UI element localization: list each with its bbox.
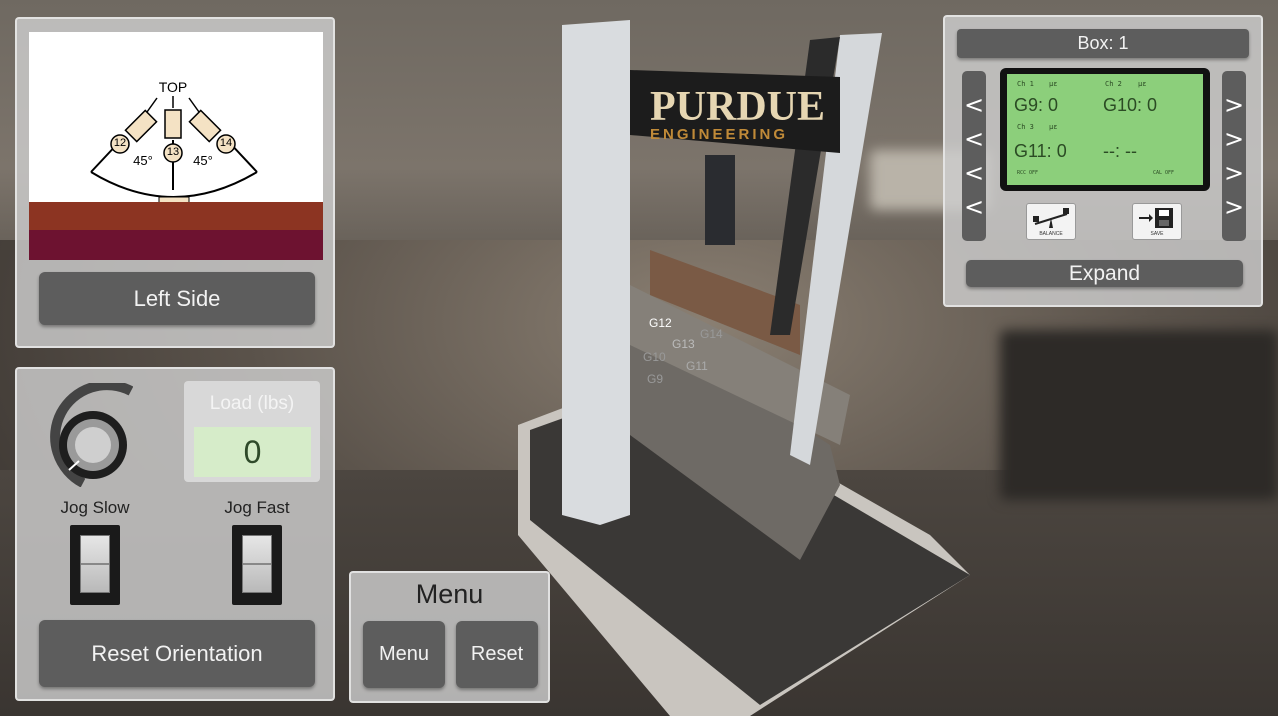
lcd-ch4-reading: --: -- — [1103, 141, 1137, 161]
gauge-layout-diagram: TOP 12 13 14 45° 45° — [29, 32, 323, 260]
gauge-tag-g13: G13 — [672, 337, 695, 351]
lcd-ch1-unit: µε — [1049, 80, 1058, 88]
decrement-arrow-3[interactable]: < — [962, 159, 986, 187]
lcd-screen: Ch 1 µε Ch 2 µε G9: 0 G10: 0 Ch 3 µε G11… — [1007, 74, 1203, 185]
lcd-ch2-unit: µε — [1138, 80, 1147, 88]
increment-arrow-1[interactable]: > — [1222, 91, 1246, 119]
sign-main-text: PURDUE — [650, 84, 825, 130]
testing-machine-scene[interactable]: PURDUE ENGINEERING G12 G13 G14 G10 G11 G… — [500, 15, 1000, 716]
reset-button[interactable]: Reset — [456, 621, 538, 688]
jog-slow-label: Jog Slow — [60, 498, 130, 517]
control-panel: Load (lbs) 0 Jog Slow Jog Fast Reset Ori… — [15, 367, 335, 701]
gauge-12-label: 12 — [113, 137, 127, 149]
jog-fast-switch[interactable] — [232, 525, 282, 605]
load-display: Load (lbs) 0 — [184, 381, 320, 482]
jog-slow-switch[interactable] — [70, 525, 120, 605]
load-label: Load (lbs) — [209, 393, 295, 414]
menu-panel: Menu Menu Reset — [349, 571, 550, 703]
background-shelf — [1000, 330, 1278, 500]
reset-orientation-button[interactable]: Reset Orientation — [39, 620, 315, 687]
lcd-g10-reading: G10: 0 — [1103, 95, 1158, 115]
save-label: SAVE — [1150, 231, 1164, 237]
diagram-top-label: TOP — [158, 79, 188, 95]
menu-title: Menu — [415, 579, 484, 609]
load-value: 0 — [194, 427, 311, 477]
save-button[interactable]: SAVE — [1132, 203, 1182, 240]
beam-flange-band — [29, 202, 323, 230]
balance-label: BALANCE — [1039, 231, 1063, 237]
gauge-tag-g12: G12 — [649, 316, 672, 330]
balance-scale-icon — [1033, 208, 1069, 228]
increment-arrow-2[interactable]: > — [1222, 125, 1246, 153]
gauge-tag-g10: G10 — [643, 350, 666, 364]
gauge-tag-g9: G9 — [647, 372, 663, 386]
gauge-tag-g14: G14 — [700, 327, 723, 341]
save-disk-icon — [1139, 208, 1173, 228]
balance-button[interactable]: BALANCE — [1026, 203, 1076, 240]
strain-lcd: Ch 1 µε Ch 2 µε G9: 0 G10: 0 Ch 3 µε G11… — [1000, 68, 1210, 191]
load-knob[interactable] — [43, 383, 133, 487]
left-arrow-column: < < < < — [962, 71, 986, 241]
angle-right-label: 45° — [193, 153, 213, 168]
gauge-13-label: 13 — [166, 146, 180, 158]
sign-sub-text: ENGINEERING — [650, 126, 788, 143]
lcd-ch2-label: Ch 2 — [1105, 80, 1122, 88]
increment-arrow-4[interactable]: > — [1222, 193, 1246, 221]
lcd-cal-status: CAL OFF — [1153, 170, 1175, 176]
decrement-arrow-1[interactable]: < — [962, 91, 986, 119]
left-column — [562, 20, 630, 525]
lcd-ch1-label: Ch 1 — [1017, 80, 1034, 88]
beam-web-band — [29, 230, 323, 260]
right-arrow-column: > > > > — [1222, 71, 1246, 241]
lcd-g11-reading: G11: 0 — [1014, 141, 1067, 161]
gauge-tag-g11: G11 — [686, 359, 708, 373]
loading-rod — [705, 155, 735, 245]
strain-box-panel: Box: 1 < < < < > > > > Ch 1 µε Ch 2 µε G… — [943, 15, 1263, 307]
increment-arrow-3[interactable]: > — [1222, 159, 1246, 187]
expand-button[interactable]: Expand — [966, 260, 1243, 287]
left-side-button[interactable]: Left Side — [39, 272, 315, 325]
angle-left-label: 45° — [133, 153, 153, 168]
lcd-ch3-label: Ch 3 — [1017, 123, 1034, 131]
lcd-ch3-unit: µε — [1049, 123, 1058, 131]
jog-fast-label: Jog Fast — [224, 498, 290, 517]
box-title-bar: Box: 1 — [957, 29, 1249, 58]
gauge-14-label: 14 — [219, 137, 233, 149]
menu-button[interactable]: Menu — [363, 621, 445, 688]
decrement-arrow-2[interactable]: < — [962, 125, 986, 153]
lcd-g9-reading: G9: 0 — [1014, 95, 1059, 115]
lcd-rcc-status: RCC OFF — [1017, 170, 1039, 176]
decrement-arrow-4[interactable]: < — [962, 193, 986, 221]
gauge-diagram-panel: TOP 12 13 14 45° 45° Left Side — [15, 17, 335, 348]
